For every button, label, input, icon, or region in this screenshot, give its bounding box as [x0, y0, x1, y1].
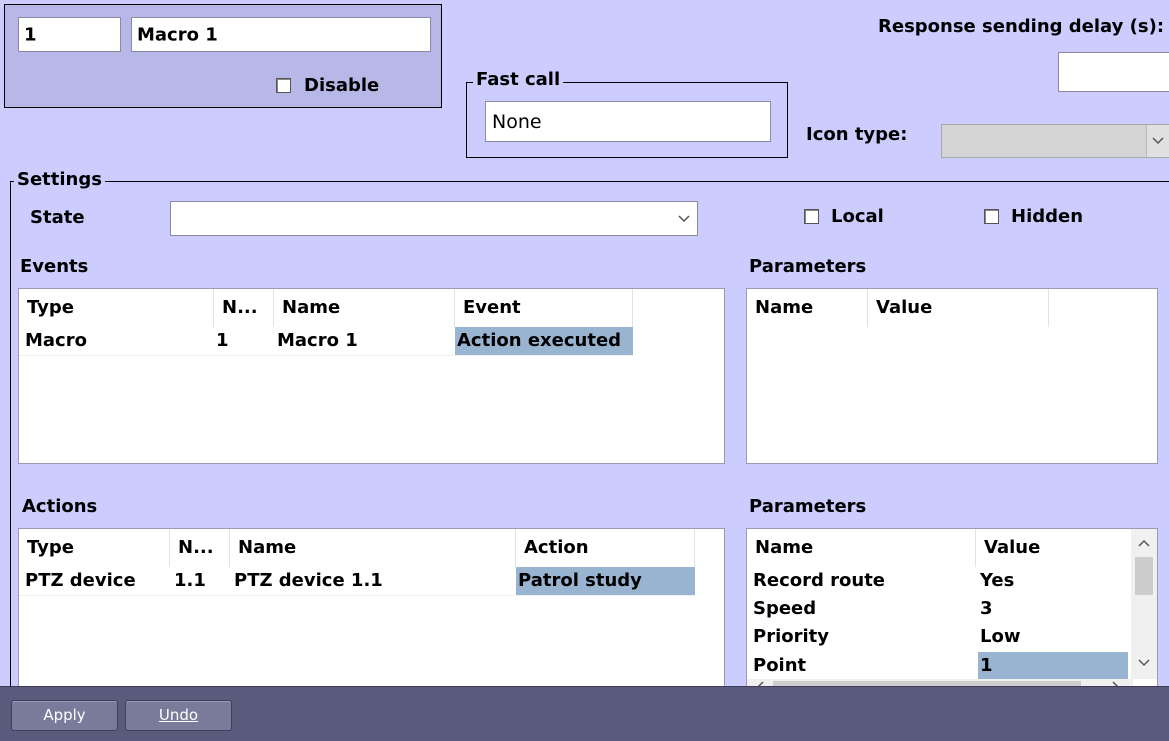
event-parameters-label: Parameters: [749, 256, 867, 277]
response-delay-label: Response sending delay (s):: [878, 16, 1165, 37]
param-value: Yes: [980, 570, 1015, 591]
events-col-type[interactable]: Type: [19, 289, 214, 327]
settings-group-left-border: [10, 181, 11, 691]
fast-call-field[interactable]: None: [485, 101, 771, 142]
param-name: Speed: [753, 598, 817, 619]
action-params-col-name[interactable]: Name: [747, 529, 976, 567]
state-dropdown[interactable]: [170, 201, 698, 236]
macro-name-value: Macro 1: [137, 24, 218, 45]
actions-row-name: PTZ device 1.1: [234, 570, 383, 591]
response-delay-field[interactable]: [1058, 52, 1169, 92]
events-row-number: 1: [216, 330, 229, 351]
hidden-checkbox[interactable]: [984, 209, 999, 224]
local-checkbox[interactable]: [804, 209, 819, 224]
events-label: Events: [20, 256, 89, 277]
event-params-col-name[interactable]: Name: [747, 289, 868, 327]
events-row-type: Macro: [25, 330, 87, 351]
macro-name-field[interactable]: Macro 1: [131, 17, 431, 52]
actions-row-number: 1.1: [174, 570, 206, 591]
param-value: 3: [980, 598, 993, 619]
settings-label: Settings: [14, 170, 105, 190]
fast-call-label: Fast call: [473, 70, 564, 90]
event-parameters-list[interactable]: Name Value: [746, 288, 1158, 464]
local-label: Local: [831, 206, 884, 227]
param-value: 1: [978, 652, 1128, 680]
icon-type-dropdown[interactable]: [941, 124, 1169, 158]
row-divider: [19, 355, 633, 356]
param-name: Priority: [753, 626, 829, 647]
scrollbar-thumb[interactable]: [1135, 557, 1153, 595]
hidden-label: Hidden: [1011, 206, 1084, 227]
chevron-down-icon[interactable]: [671, 202, 697, 235]
row-divider: [19, 595, 695, 596]
events-row-event: Action executed: [455, 327, 633, 355]
vertical-scrollbar[interactable]: [1131, 529, 1157, 679]
chevron-down-icon[interactable]: [1146, 125, 1169, 157]
chevron-down-icon[interactable]: [1131, 655, 1157, 671]
chevron-up-icon[interactable]: [1131, 535, 1157, 551]
event-params-col-value[interactable]: Value: [868, 289, 1049, 327]
macro-id-field[interactable]: 1: [18, 17, 121, 52]
events-list[interactable]: Type N... Name Event Macro 1 Macro 1 Act…: [18, 288, 725, 464]
actions-label: Actions: [22, 496, 98, 517]
param-value: Low: [980, 626, 1021, 647]
param-name: Record route: [753, 570, 886, 591]
settings-group-top-border: [10, 181, 1169, 182]
events-col-name[interactable]: Name: [274, 289, 455, 327]
events-col-event[interactable]: Event: [455, 289, 633, 327]
actions-col-action[interactable]: Action: [516, 529, 695, 567]
actions-list[interactable]: Type N... Name Action PTZ device 1.1 PTZ…: [18, 528, 725, 698]
actions-row-action: Patrol study: [516, 567, 695, 595]
disable-label: Disable: [304, 75, 380, 96]
fast-call-value: None: [492, 110, 542, 133]
apply-button[interactable]: Apply: [11, 700, 118, 731]
action-parameters-list[interactable]: Name Value Record route Yes Speed 3 Prio…: [746, 528, 1158, 698]
actions-col-type[interactable]: Type: [19, 529, 170, 567]
events-row-name: Macro 1: [277, 330, 358, 351]
param-name: Point: [753, 655, 807, 676]
state-label: State: [30, 207, 85, 228]
action-parameters-label: Parameters: [749, 496, 867, 517]
undo-button[interactable]: Undo: [125, 700, 232, 731]
actions-col-number[interactable]: N...: [170, 529, 230, 567]
action-params-col-value[interactable]: Value: [976, 529, 1130, 567]
events-col-number[interactable]: N...: [214, 289, 274, 327]
macro-id-value: 1: [24, 24, 37, 45]
icon-type-label: Icon type:: [806, 124, 908, 145]
actions-row-type: PTZ device: [25, 570, 136, 591]
disable-checkbox[interactable]: [276, 78, 291, 93]
actions-col-name[interactable]: Name: [230, 529, 516, 567]
